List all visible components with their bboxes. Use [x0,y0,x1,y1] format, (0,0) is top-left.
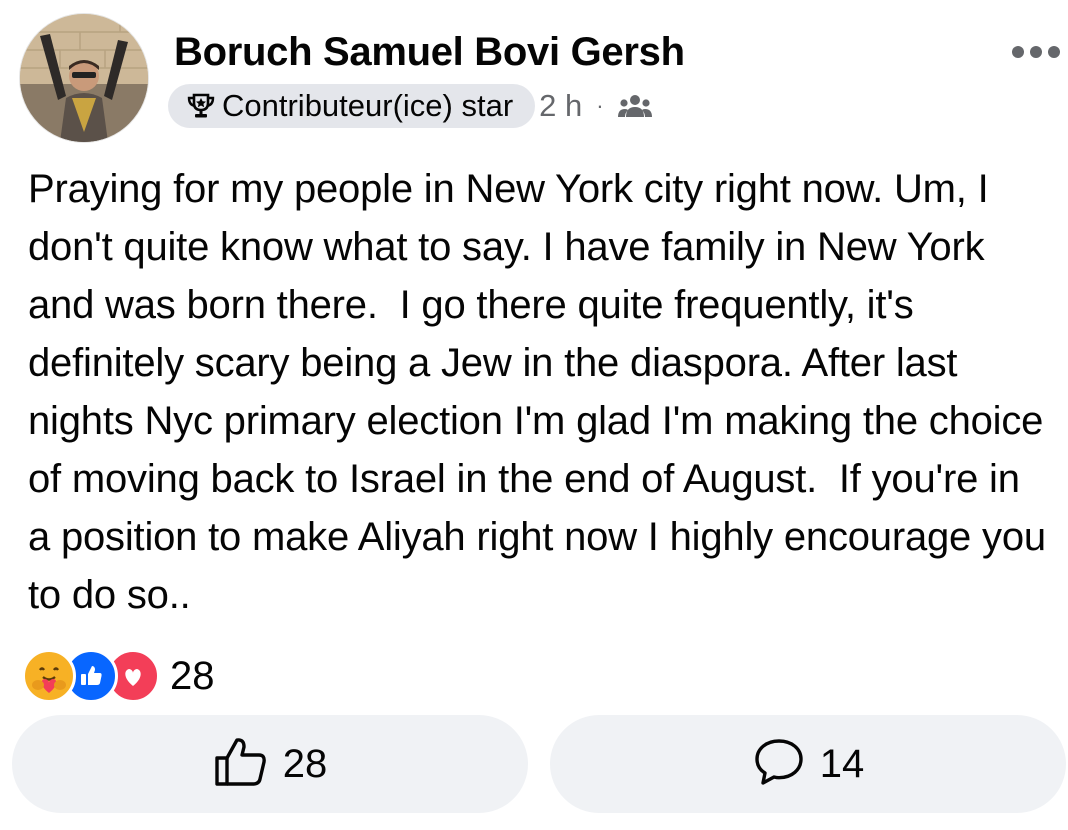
reactions-summary[interactable]: 28 [22,649,215,703]
comment-icon [752,737,806,792]
like-count: 28 [282,741,328,786]
more-dot [1012,46,1024,58]
more-dot [1048,46,1060,58]
author-name[interactable]: Boruch Samuel Bovi Gersh [174,30,685,75]
thumbs-up-icon [213,736,269,793]
meta-separator: · [596,93,604,118]
comment-button[interactable]: 14 [550,715,1066,813]
like-button[interactable]: 28 [12,715,528,813]
avatar-photo [20,14,148,142]
friends-icon[interactable] [617,93,652,119]
post-timestamp[interactable]: 2 h [539,88,582,124]
more-options-icon[interactable] [1012,42,1060,62]
comment-count: 14 [819,741,865,786]
top-contributor-badge[interactable]: Contributeur(ice) star [168,84,536,128]
trophy-icon [186,91,216,121]
post-body-text: Praying for my people in New York city r… [28,167,1057,617]
reactions-count: 28 [170,653,215,698]
post-meta: Contributeur(ice) star 2 h · [168,84,652,128]
badge-label: Contributeur(ice) star [222,88,514,123]
more-dot [1030,46,1042,58]
author-avatar[interactable] [20,14,148,142]
care-reaction-icon [22,649,76,703]
